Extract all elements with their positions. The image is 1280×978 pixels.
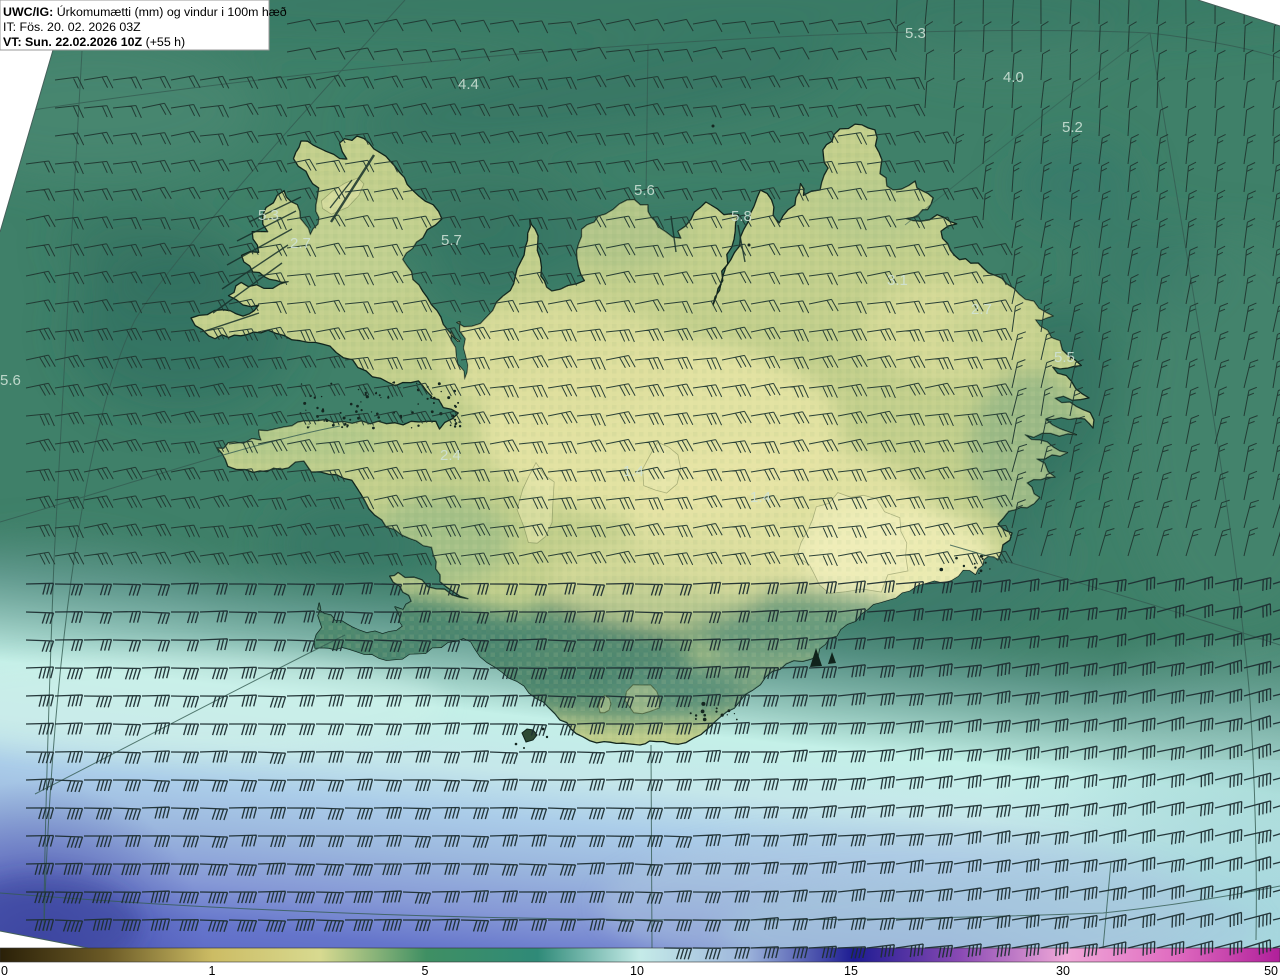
svg-text:1.4: 1.4 xyxy=(623,463,644,480)
svg-text:5.7: 5.7 xyxy=(441,232,462,249)
svg-text:15: 15 xyxy=(844,964,858,978)
svg-text:5.8: 5.8 xyxy=(731,208,752,225)
svg-text:10: 10 xyxy=(630,964,644,978)
svg-text:5.6: 5.6 xyxy=(0,372,21,389)
svg-text:5.6: 5.6 xyxy=(634,182,655,199)
svg-text:VT: Sun. 22.02.2026 10Z (+55 h: VT: Sun. 22.02.2026 10Z (+55 h) xyxy=(3,35,185,49)
svg-text:5.2: 5.2 xyxy=(1062,119,1083,136)
svg-text:2.4: 2.4 xyxy=(440,447,461,464)
svg-text:5.5: 5.5 xyxy=(1054,349,1075,366)
svg-text:IT: Fös. 20. 02. 2026 03Z: IT: Fös. 20. 02. 2026 03Z xyxy=(3,20,141,34)
svg-text:2.7: 2.7 xyxy=(290,235,311,252)
svg-text:UWC/IG: Úrkomumætti (mm) og vi: UWC/IG: Úrkomumætti (mm) og vindur i 100… xyxy=(3,4,287,19)
svg-text:1: 1 xyxy=(209,964,216,978)
svg-text:50: 50 xyxy=(1264,964,1278,978)
svg-text:3.1: 3.1 xyxy=(887,272,908,289)
svg-text:5: 5 xyxy=(422,964,429,978)
svg-text:4.0: 4.0 xyxy=(1003,69,1024,86)
svg-text:5.3: 5.3 xyxy=(258,207,279,224)
svg-text:5.3: 5.3 xyxy=(905,25,926,42)
svg-text:1.4: 1.4 xyxy=(750,489,771,506)
svg-text:2.7: 2.7 xyxy=(971,301,992,318)
svg-text:0: 0 xyxy=(1,964,8,978)
svg-text:30: 30 xyxy=(1056,964,1070,978)
svg-text:4.4: 4.4 xyxy=(458,76,479,93)
